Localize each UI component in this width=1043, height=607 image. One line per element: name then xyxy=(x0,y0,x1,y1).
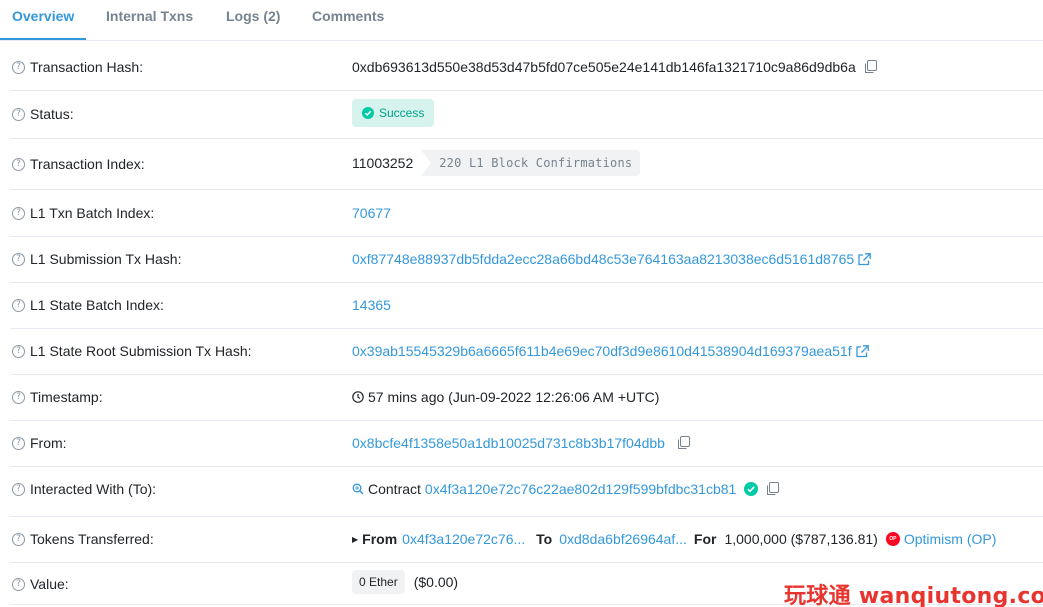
interacted-value: Contract 0x4f3a120e72c76c22ae802d129f599… xyxy=(352,481,780,497)
tab-comments[interactable]: Comments xyxy=(312,8,384,24)
row-divider xyxy=(10,328,1043,329)
verified-check-icon xyxy=(744,482,759,496)
row-divider xyxy=(10,420,1043,421)
row-divider xyxy=(10,466,1043,467)
caret-right-icon: ▶ xyxy=(352,534,359,544)
row-divider xyxy=(10,562,1043,563)
l1-state-root-label-text: L1 State Root Submission Tx Hash: xyxy=(30,343,252,359)
timestamp-value: 57 mins ago (Jun-09-2022 12:26:06 AM +UT… xyxy=(352,389,659,405)
help-icon[interactable]: ? xyxy=(12,577,25,591)
tab-logs[interactable]: Logs (2) xyxy=(226,8,280,24)
contract-prefix: Contract xyxy=(368,481,421,497)
contract-address-link[interactable]: 0x4f3a120e72c76c22ae802d129f599bfdbc31cb… xyxy=(425,481,736,497)
optimism-token-icon: OP xyxy=(885,532,900,546)
copy-icon[interactable] xyxy=(766,482,780,496)
row-divider xyxy=(10,516,1043,517)
help-icon[interactable]: ? xyxy=(12,206,25,220)
tx-hash-label: ? Transaction Hash: xyxy=(12,59,143,75)
help-icon[interactable]: ? xyxy=(12,298,25,312)
from-value: 0x8bcfe4f1358e50a1db10025d731c8b3b17f04d… xyxy=(352,435,690,451)
external-link-icon[interactable] xyxy=(855,344,869,358)
row-divider xyxy=(10,189,1043,190)
interacted-label: ? Interacted With (To): xyxy=(12,481,156,497)
timestamp-label: ? Timestamp: xyxy=(12,389,103,405)
row-divider xyxy=(10,282,1043,283)
l1-state-batch-value: 14365 xyxy=(352,297,391,313)
interacted-label-text: Interacted With (To): xyxy=(30,481,157,497)
l1-state-batch-label-text: L1 State Batch Index: xyxy=(30,297,164,313)
l1-state-root-label: ? L1 State Root Submission Tx Hash: xyxy=(12,343,252,359)
l1-state-root-link[interactable]: 0x39ab15545329b6a6665f611b4e69ec70df3d9e… xyxy=(352,343,852,359)
token-from-label: From xyxy=(362,531,398,547)
help-icon[interactable]: ? xyxy=(12,482,25,496)
confirmations-badge: 220 L1 Block Confirmations xyxy=(421,150,641,176)
tx-index-label: ? Transaction Index: xyxy=(12,156,145,172)
help-icon[interactable]: ? xyxy=(12,252,25,266)
tokens-label-text: Tokens Transferred: xyxy=(30,531,154,547)
help-icon[interactable]: ? xyxy=(12,60,25,74)
from-address-link[interactable]: 0x8bcfe4f1358e50a1db10025d731c8b3b17f04d… xyxy=(352,435,665,451)
l1-submission-label: ? L1 Submission Tx Hash: xyxy=(12,251,181,267)
l1-batch-value: 70677 xyxy=(352,205,391,221)
from-label-text: From: xyxy=(30,435,67,451)
tx-hash-text: 0xdb693613d550e38d53d47b5fd07ce505e24e14… xyxy=(352,59,856,75)
active-tab-indicator xyxy=(0,38,86,40)
copy-icon[interactable] xyxy=(864,60,877,74)
help-icon[interactable]: ? xyxy=(12,390,25,404)
tokens-value: ▶ From 0x4f3a120e72c76... To 0xd8da6bf26… xyxy=(352,531,996,547)
l1-state-batch-link[interactable]: 14365 xyxy=(352,297,391,313)
timestamp-text: 57 mins ago (Jun-09-2022 12:26:06 AM +UT… xyxy=(368,389,660,405)
status-value: Success xyxy=(352,99,435,127)
l1-submission-label-text: L1 Submission Tx Hash: xyxy=(30,251,182,267)
tab-overview[interactable]: Overview xyxy=(12,8,74,24)
l1-batch-link[interactable]: 70677 xyxy=(352,205,391,221)
tokens-label: ? Tokens Transferred: xyxy=(12,531,154,547)
timestamp-label-text: Timestamp: xyxy=(30,389,103,405)
search-contract-icon xyxy=(352,483,364,495)
from-label: ? From: xyxy=(12,435,67,451)
row-divider xyxy=(10,374,1043,375)
token-to-label: To xyxy=(536,531,553,547)
l1-state-batch-label: ? L1 State Batch Index: xyxy=(12,297,164,313)
l1-state-root-value: 0x39ab15545329b6a6665f611b4e69ec70df3d9e… xyxy=(352,343,869,359)
tab-bar: Overview Internal Txns Logs (2) Comments xyxy=(0,0,1043,41)
token-amount: 1,000,000 ($787,136.81) xyxy=(724,531,878,547)
ether-amount-badge: 0 Ether xyxy=(352,570,405,594)
help-icon[interactable]: ? xyxy=(12,107,25,121)
tx-index-label-text: Transaction Index: xyxy=(30,156,145,172)
help-icon[interactable]: ? xyxy=(12,436,25,450)
token-name-link[interactable]: Optimism (OP) xyxy=(904,531,997,547)
row-divider xyxy=(10,90,1043,91)
value-label-text: Value: xyxy=(30,576,69,592)
tx-index-text: 11003252 xyxy=(352,155,414,171)
value-usd: ($0.00) xyxy=(413,574,459,590)
watermark-text: 玩球通 wanqiutong.com xyxy=(784,584,1043,607)
tx-hash-label-text: Transaction Hash: xyxy=(30,59,144,75)
l1-batch-label: ? L1 Txn Batch Index: xyxy=(12,205,154,221)
token-from-link[interactable]: 0x4f3a120e72c76... xyxy=(402,531,525,547)
token-for-label: For xyxy=(693,531,717,547)
tx-hash-value: 0xdb693613d550e38d53d47b5fd07ce505e24e14… xyxy=(352,59,877,75)
value-label: ? Value: xyxy=(12,576,69,592)
clock-icon xyxy=(352,391,364,403)
status-badge: Success xyxy=(352,99,435,127)
l1-submission-value: 0xf87748e88937db5fdda2ecc28a66bd48c53e76… xyxy=(352,251,872,267)
l1-batch-label-text: L1 Txn Batch Index: xyxy=(30,205,155,221)
status-label: ? Status: xyxy=(12,106,74,122)
help-icon[interactable]: ? xyxy=(12,532,25,546)
copy-icon[interactable] xyxy=(677,436,690,450)
row-divider xyxy=(10,236,1043,237)
help-icon[interactable]: ? xyxy=(12,344,25,358)
help-icon[interactable]: ? xyxy=(12,157,25,171)
status-text: Success xyxy=(379,106,425,120)
tx-index-value: 11003252 220 L1 Block Confirmations xyxy=(352,150,641,176)
status-label-text: Status: xyxy=(30,106,74,122)
row-divider xyxy=(10,138,1043,139)
value-value: 0 Ether ($0.00) xyxy=(352,570,458,594)
tab-internal-txns[interactable]: Internal Txns xyxy=(106,8,193,24)
external-link-icon[interactable] xyxy=(858,252,872,266)
token-to-link[interactable]: 0xd8da6bf26964af... xyxy=(559,531,687,547)
l1-submission-link[interactable]: 0xf87748e88937db5fdda2ecc28a66bd48c53e76… xyxy=(352,251,854,267)
check-circle-icon xyxy=(362,107,374,119)
